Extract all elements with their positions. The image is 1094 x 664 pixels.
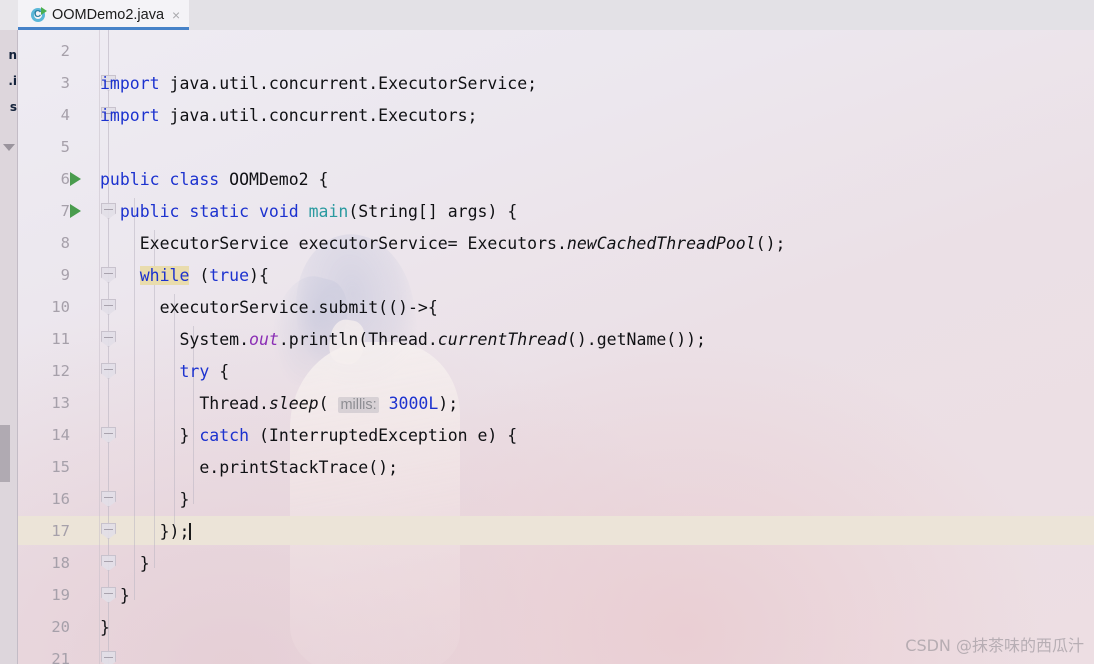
text-caret xyxy=(189,523,192,540)
code-token: java.util.concurrent.ExecutorService; xyxy=(169,74,538,93)
code-line[interactable]: } catch (InterruptedException e) { xyxy=(100,426,517,446)
code-token: (); xyxy=(755,234,786,253)
code-token: (InterruptedException e) { xyxy=(249,426,518,445)
code-token: import xyxy=(100,106,170,125)
code-line[interactable]: executorService.submit(()->{ xyxy=(100,298,438,318)
code-token: } xyxy=(100,490,190,509)
code-line[interactable]: System.out.println(Thread.currentThread(… xyxy=(100,330,706,350)
project-tree[interactable]: n .i s xyxy=(0,30,18,664)
code-line[interactable]: Thread.sleep( millis: 3000L); xyxy=(100,394,458,414)
code-token: catch xyxy=(199,426,250,445)
code-token: executorService.submit(()->{ xyxy=(100,298,438,317)
project-tree-item-2[interactable]: s xyxy=(10,100,17,114)
code-token: ( xyxy=(318,394,339,413)
code-line[interactable]: e.printStackTrace(); xyxy=(100,458,398,478)
code-token: public class xyxy=(100,170,230,189)
active-tab-underline xyxy=(18,27,190,30)
code-token: while xyxy=(139,266,190,285)
code-line[interactable]: }); xyxy=(100,522,192,542)
code-token: ().getName()); xyxy=(566,330,706,349)
csdn-watermark: CSDN @抹茶味的西瓜汁 xyxy=(905,636,1084,655)
code-token: main xyxy=(308,202,349,221)
code-token: java.util.concurrent.Executors; xyxy=(169,106,478,125)
code-token: }); xyxy=(100,522,190,541)
code-line[interactable]: } xyxy=(100,490,189,510)
project-tree-item-1[interactable]: .i xyxy=(8,74,17,88)
code-token: e.printStackTrace(); xyxy=(100,458,399,477)
code-token: } xyxy=(100,426,200,445)
triangle-down-icon[interactable] xyxy=(3,144,15,151)
code-token: .println(Thread. xyxy=(278,330,438,349)
code-token: OOMDemo2 { xyxy=(229,170,329,189)
code-line[interactable]: import java.util.concurrent.Executors; xyxy=(100,106,478,126)
editor-tab-oomdemo2[interactable]: C OOMDemo2.java × xyxy=(18,0,190,30)
ide-window: n .i s C OOMDemo2.java × 2 3 4 5 6 7 8 9… xyxy=(0,0,1094,664)
code-token: ); xyxy=(438,394,459,413)
code-token: sleep xyxy=(268,394,319,413)
vertical-scrollbar-thumb[interactable] xyxy=(0,425,10,482)
code-token: ( xyxy=(189,266,210,285)
code-token: currentThread xyxy=(437,330,567,349)
code-line[interactable]: } xyxy=(100,618,110,638)
code-editor[interactable]: 2 3 4 5 6 7 8 9 10 11 12 13 14 15 16 17 18 19 20 21 import … xyxy=(18,30,1094,664)
editor-tab-label: OOMDemo2.java xyxy=(52,7,165,23)
code-token: out xyxy=(249,330,279,349)
project-tree-item-0[interactable]: n xyxy=(8,48,17,62)
code-line[interactable]: } xyxy=(100,586,130,606)
code-line[interactable]: while (true){ xyxy=(100,266,269,286)
code-token: import xyxy=(100,74,170,93)
code-token: } xyxy=(100,586,130,605)
code-token: ExecutorService executorService= Executo… xyxy=(100,234,567,253)
code-token: public static void xyxy=(119,202,309,221)
code-token: 3000L xyxy=(388,394,439,413)
code-token: ){ xyxy=(249,266,269,285)
code-line[interactable]: ExecutorService executorService= Executo… xyxy=(100,234,786,254)
java-class-with-main-icon: C xyxy=(30,7,47,23)
code-token: (String[] args) { xyxy=(348,202,518,221)
code-token: } xyxy=(100,554,150,573)
code-line[interactable]: import java.util.concurrent.ExecutorServ… xyxy=(100,74,537,94)
code-token: } xyxy=(100,618,110,637)
project-panel-divider xyxy=(17,30,18,664)
code-line[interactable]: public static void main(String[] args) { xyxy=(100,202,517,222)
project-panel-header xyxy=(0,0,18,30)
code-token: Thread. xyxy=(100,394,269,413)
close-icon[interactable]: × xyxy=(170,8,180,22)
code-token: millis: xyxy=(338,397,379,413)
editor-tabbar: C OOMDemo2.java × xyxy=(18,0,1094,30)
code-token: System. xyxy=(100,330,250,349)
code-token: newCachedThreadPool xyxy=(566,234,756,253)
code-token: true xyxy=(209,266,250,285)
code-text-area[interactable]: import java.util.concurrent.ExecutorServ… xyxy=(18,30,1094,664)
code-line[interactable]: try { xyxy=(100,362,229,382)
code-line[interactable]: public class OOMDemo2 { xyxy=(100,170,328,190)
code-token: try xyxy=(179,362,210,381)
code-token: { xyxy=(209,362,230,381)
code-line[interactable]: } xyxy=(100,554,150,574)
project-tool-window-strip[interactable]: n .i s xyxy=(0,0,18,664)
